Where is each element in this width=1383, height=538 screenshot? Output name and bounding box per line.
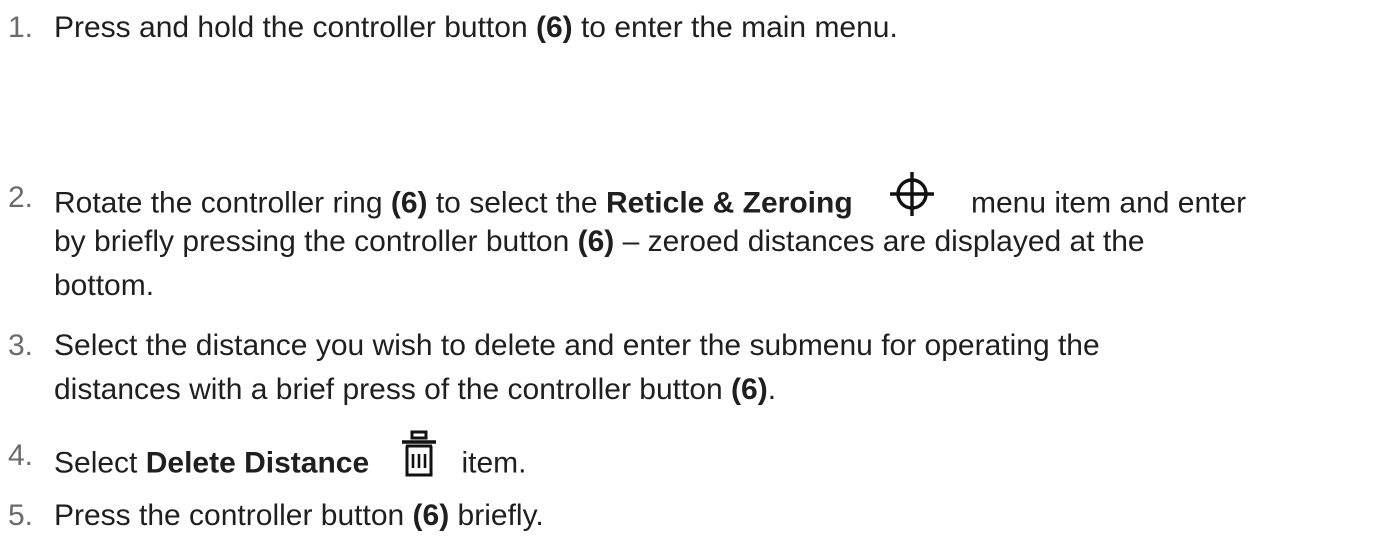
- step-text: Select Delete Distance item.: [54, 430, 1383, 480]
- step-text: Select the distance you wish to delete a…: [54, 324, 1383, 412]
- text-run: to select the: [427, 186, 606, 220]
- text-run: – zeroed distances are displayed at the: [614, 225, 1145, 258]
- text-run: menu item and enter: [962, 186, 1247, 220]
- step-text: Press the controller button (6) briefly.: [54, 494, 1383, 538]
- step-number: 3.: [8, 329, 34, 362]
- trash-icon: [399, 430, 439, 491]
- text-run: item.: [453, 446, 527, 480]
- button-reference: (6): [412, 499, 450, 532]
- text-run: Press the controller button: [54, 499, 413, 532]
- text-run: to enter the main menu.: [572, 11, 898, 44]
- step-number: 2.: [8, 181, 34, 214]
- menu-item-name: Reticle & Zeroing: [605, 186, 853, 220]
- menu-item-name: Delete Distance: [145, 446, 370, 480]
- step-line: distances with a brief press of the cont…: [54, 368, 1383, 412]
- button-reference: (6): [390, 186, 428, 220]
- text-run: Select the distance you wish to delete a…: [54, 329, 1100, 362]
- step-line: bottom.: [54, 264, 1383, 308]
- text-run: Select: [54, 446, 146, 480]
- step-text: Rotate the controller ring (6) to select…: [54, 172, 1383, 308]
- button-reference: (6): [731, 373, 768, 406]
- crosshair-icon: [887, 172, 937, 229]
- button-reference: (6): [535, 11, 573, 44]
- step-line: Select the distance you wish to delete a…: [54, 324, 1383, 368]
- step-line: Select Delete Distance item.: [54, 430, 1383, 480]
- text-run: distances with a brief press of the cont…: [54, 373, 732, 406]
- step-line: Press and hold the controller button (6)…: [54, 6, 1383, 50]
- text-run: by briefly pressing the controller butto…: [54, 225, 578, 258]
- step-number: 1.: [8, 11, 34, 44]
- text-run: Press and hold the controller button: [54, 11, 536, 44]
- step-number: 5.: [8, 499, 34, 532]
- step-line: Press the controller button (6) briefly.: [54, 494, 1383, 538]
- button-reference: (6): [577, 225, 615, 258]
- text-run: bottom.: [54, 269, 155, 302]
- step-line: Rotate the controller ring (6) to select…: [54, 172, 1383, 220]
- step-line: by briefly pressing the controller butto…: [54, 220, 1383, 264]
- text-run: .: [767, 373, 777, 406]
- step-number: 4.: [8, 439, 34, 472]
- text-run: Rotate the controller ring: [54, 186, 391, 220]
- text-run: briefly.: [449, 499, 544, 532]
- step-text: Press and hold the controller button (6)…: [54, 6, 1383, 50]
